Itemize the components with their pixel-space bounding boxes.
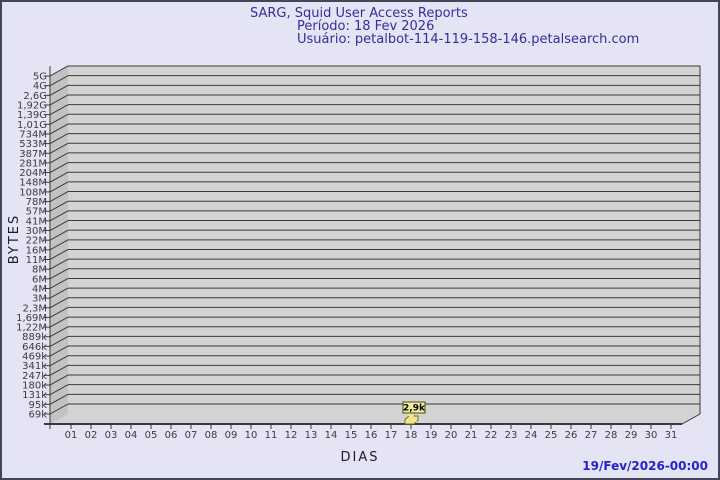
x-tick-label: 18 — [405, 430, 418, 441]
x-tick-label: 11 — [265, 430, 278, 441]
x-tick-label: 09 — [225, 430, 238, 441]
plot-area — [49, 65, 701, 425]
x-tick-label: 15 — [345, 430, 358, 441]
x-tick-label: 07 — [185, 430, 198, 441]
x-tick-label: 02 — [85, 430, 98, 441]
x-tick-label: 16 — [365, 430, 378, 441]
x-tick-label: 17 — [385, 430, 398, 441]
x-tick-label: 05 — [145, 430, 158, 441]
x-tick-label: 13 — [305, 430, 318, 441]
x-tick-label: 31 — [665, 430, 678, 441]
chart-user: Usuário: petalbot-114-119-158-146.petals… — [297, 32, 639, 47]
x-tick-label: 08 — [205, 430, 218, 441]
x-tick-label: 06 — [165, 430, 178, 441]
x-tick-label: 01 — [65, 430, 78, 441]
x-tick-label: 26 — [565, 430, 578, 441]
x-tick-label: 19 — [425, 430, 438, 441]
x-tick-label: 23 — [505, 430, 518, 441]
sarg-chart: SARG, Squid User Access Reports Período:… — [7, 6, 708, 473]
x-tick-label: 10 — [245, 430, 258, 441]
x-tick-label: 30 — [645, 430, 658, 441]
y-tick-label: 69k — [28, 410, 47, 421]
x-tick-label: 22 — [485, 430, 498, 441]
x-axis-title: DIAS — [341, 450, 380, 465]
x-tick-label: 21 — [465, 430, 478, 441]
x-tick-label: 20 — [445, 430, 458, 441]
x-tick-label: 12 — [285, 430, 298, 441]
x-tick-label: 28 — [605, 430, 618, 441]
x-tick-label: 04 — [125, 430, 138, 441]
x-tick-label: 03 — [105, 430, 118, 441]
report-image-frame: SARG, Squid User Access Reports Período:… — [0, 0, 720, 480]
x-tick-label: 25 — [545, 430, 558, 441]
x-tick-label: 29 — [625, 430, 638, 441]
value-annotation-label: 2,9k — [403, 404, 426, 414]
x-axis-labels: 01 02 03 04 05 06 07 08 09 10 11 12 13 14 15 16 17 18 19 20… — [65, 430, 678, 441]
chart-timestamp: 19/Fev/2026-00:00 — [582, 459, 708, 473]
y-axis-title: BYTES — [7, 214, 22, 265]
x-tick-label: 24 — [525, 430, 538, 441]
x-tick-label: 14 — [325, 430, 338, 441]
x-tick-label: 27 — [585, 430, 598, 441]
